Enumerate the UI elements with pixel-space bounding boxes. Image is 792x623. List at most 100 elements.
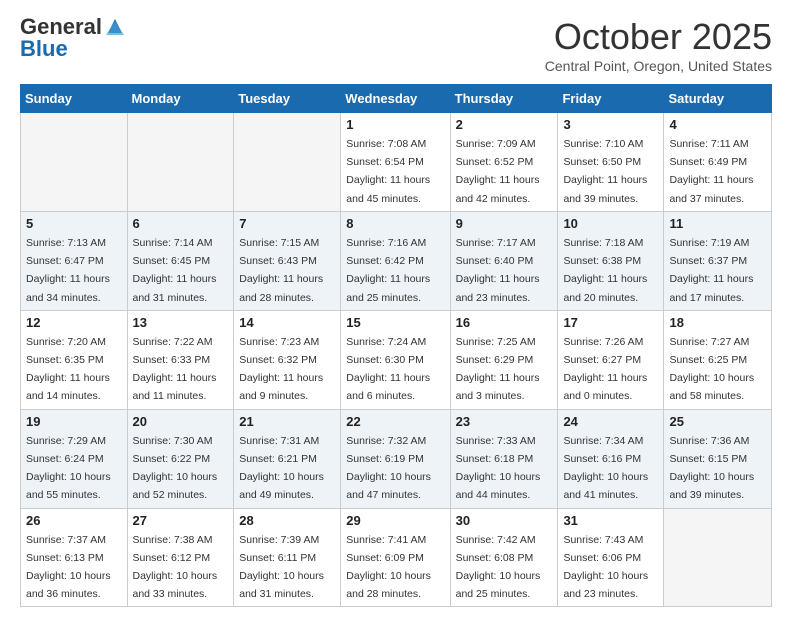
week-row-2: 5 Sunrise: 7:13 AMSunset: 6:47 PMDaylight… — [21, 211, 772, 310]
day-info: Sunrise: 7:11 AMSunset: 6:49 PMDaylight:… — [669, 138, 753, 205]
day-info: Sunrise: 7:16 AMSunset: 6:42 PMDaylight:… — [346, 237, 430, 304]
month-title: October 2025 — [545, 16, 772, 58]
day-info: Sunrise: 7:25 AMSunset: 6:29 PMDaylight:… — [456, 336, 540, 403]
day-number: 3 — [563, 117, 658, 132]
calendar-cell: 20Sunrise: 7:30 AMSunset: 6:22 PMDayligh… — [127, 409, 234, 508]
location: Central Point, Oregon, United States — [545, 58, 772, 74]
calendar-cell: 5 Sunrise: 7:13 AMSunset: 6:47 PMDaylight… — [21, 211, 128, 310]
calendar-cell: 15 Sunrise: 7:24 AMSunset: 6:30 PMDayligh… — [341, 310, 450, 409]
weekday-header-friday: Friday — [558, 85, 664, 113]
day-info: Sunrise: 7:41 AMSunset: 6:09 PMDaylight:… — [346, 534, 431, 601]
week-row-4: 19 Sunrise: 7:29 AMSunset: 6:24 PMDayligh… — [21, 409, 772, 508]
day-info: Sunrise: 7:27 AMSunset: 6:25 PMDaylight:… — [669, 336, 754, 403]
calendar-cell — [21, 113, 128, 212]
day-info: Sunrise: 7:29 AMSunset: 6:24 PMDaylight:… — [26, 435, 111, 502]
day-number: 31 — [563, 513, 658, 528]
day-info: Sunrise: 7:33 AMSunset: 6:18 PMDaylight:… — [456, 435, 541, 502]
week-row-5: 26Sunrise: 7:37 AMSunset: 6:13 PMDayligh… — [21, 508, 772, 607]
day-number: 10 — [563, 216, 658, 231]
day-info: Sunrise: 7:23 AMSunset: 6:32 PMDaylight:… — [239, 336, 323, 403]
calendar-cell: 31 Sunrise: 7:43 AMSunset: 6:06 PMDayligh… — [558, 508, 664, 607]
day-info: Sunrise: 7:43 AMSunset: 6:06 PMDaylight:… — [563, 534, 648, 601]
day-number: 14 — [239, 315, 335, 330]
day-number: 4 — [669, 117, 766, 132]
calendar-cell — [234, 113, 341, 212]
weekday-header-row: SundayMondayTuesdayWednesdayThursdayFrid… — [21, 85, 772, 113]
day-info: Sunrise: 7:31 AMSunset: 6:21 PMDaylight:… — [239, 435, 324, 502]
day-number: 19 — [26, 414, 122, 429]
calendar-cell: 26Sunrise: 7:37 AMSunset: 6:13 PMDayligh… — [21, 508, 128, 607]
calendar-cell: 23 Sunrise: 7:33 AMSunset: 6:18 PMDayligh… — [450, 409, 558, 508]
day-number: 21 — [239, 414, 335, 429]
day-info: Sunrise: 7:22 AMSunset: 6:33 PMDaylight:… — [133, 336, 217, 403]
calendar-cell: 28 Sunrise: 7:39 AMSunset: 6:11 PMDayligh… — [234, 508, 341, 607]
weekday-header-sunday: Sunday — [21, 85, 128, 113]
logo-blue-text: Blue — [20, 38, 126, 60]
day-info: Sunrise: 7:36 AMSunset: 6:15 PMDaylight:… — [669, 435, 754, 502]
day-number: 30 — [456, 513, 553, 528]
page: General Blue October 2025 Central Point,… — [0, 0, 792, 623]
title-block: October 2025 Central Point, Oregon, Unit… — [545, 16, 772, 74]
day-info: Sunrise: 7:39 AMSunset: 6:11 PMDaylight:… — [239, 534, 324, 601]
day-info: Sunrise: 7:17 AMSunset: 6:40 PMDaylight:… — [456, 237, 540, 304]
logo-general-text: General — [20, 16, 102, 38]
calendar-cell: 4 Sunrise: 7:11 AMSunset: 6:49 PMDaylight… — [664, 113, 772, 212]
calendar-cell: 25 Sunrise: 7:36 AMSunset: 6:15 PMDayligh… — [664, 409, 772, 508]
calendar-cell: 3 Sunrise: 7:10 AMSunset: 6:50 PMDaylight… — [558, 113, 664, 212]
day-info: Sunrise: 7:26 AMSunset: 6:27 PMDaylight:… — [563, 336, 647, 403]
weekday-header-thursday: Thursday — [450, 85, 558, 113]
day-info: Sunrise: 7:32 AMSunset: 6:19 PMDaylight:… — [346, 435, 431, 502]
calendar-cell: 18 Sunrise: 7:27 AMSunset: 6:25 PMDayligh… — [664, 310, 772, 409]
day-number: 5 — [26, 216, 122, 231]
weekday-header-saturday: Saturday — [664, 85, 772, 113]
calendar-cell: 10Sunrise: 7:18 AMSunset: 6:38 PMDayligh… — [558, 211, 664, 310]
calendar-cell: 21 Sunrise: 7:31 AMSunset: 6:21 PMDayligh… — [234, 409, 341, 508]
day-info: Sunrise: 7:20 AMSunset: 6:35 PMDaylight:… — [26, 336, 110, 403]
day-info: Sunrise: 7:19 AMSunset: 6:37 PMDaylight:… — [669, 237, 753, 304]
calendar-cell: 14 Sunrise: 7:23 AMSunset: 6:32 PMDayligh… — [234, 310, 341, 409]
logo: General Blue — [20, 16, 126, 60]
day-info: Sunrise: 7:13 AMSunset: 6:47 PMDaylight:… — [26, 237, 110, 304]
calendar-cell: 9 Sunrise: 7:17 AMSunset: 6:40 PMDaylight… — [450, 211, 558, 310]
calendar-cell: 2Sunrise: 7:09 AMSunset: 6:52 PMDaylight… — [450, 113, 558, 212]
day-number: 12 — [26, 315, 122, 330]
day-number: 13 — [133, 315, 229, 330]
day-number: 23 — [456, 414, 553, 429]
calendar-cell: 1Sunrise: 7:08 AMSunset: 6:54 PMDaylight… — [341, 113, 450, 212]
day-number: 22 — [346, 414, 444, 429]
calendar-cell: 13 Sunrise: 7:22 AMSunset: 6:33 PMDayligh… — [127, 310, 234, 409]
logo-icon — [104, 15, 126, 37]
calendar-cell: 30Sunrise: 7:42 AMSunset: 6:08 PMDayligh… — [450, 508, 558, 607]
calendar-cell: 27 Sunrise: 7:38 AMSunset: 6:12 PMDayligh… — [127, 508, 234, 607]
day-info: Sunrise: 7:15 AMSunset: 6:43 PMDaylight:… — [239, 237, 323, 304]
day-number: 9 — [456, 216, 553, 231]
day-number: 25 — [669, 414, 766, 429]
day-number: 27 — [133, 513, 229, 528]
day-number: 7 — [239, 216, 335, 231]
day-number: 15 — [346, 315, 444, 330]
weekday-header-wednesday: Wednesday — [341, 85, 450, 113]
day-number: 26 — [26, 513, 122, 528]
day-number: 17 — [563, 315, 658, 330]
day-info: Sunrise: 7:38 AMSunset: 6:12 PMDaylight:… — [133, 534, 218, 601]
calendar-cell: 22 Sunrise: 7:32 AMSunset: 6:19 PMDayligh… — [341, 409, 450, 508]
calendar-cell: 29 Sunrise: 7:41 AMSunset: 6:09 PMDayligh… — [341, 508, 450, 607]
day-number: 28 — [239, 513, 335, 528]
calendar-cell: 16 Sunrise: 7:25 AMSunset: 6:29 PMDayligh… — [450, 310, 558, 409]
day-number: 16 — [456, 315, 553, 330]
day-info: Sunrise: 7:24 AMSunset: 6:30 PMDaylight:… — [346, 336, 430, 403]
day-info: Sunrise: 7:10 AMSunset: 6:50 PMDaylight:… — [563, 138, 647, 205]
calendar-cell — [127, 113, 234, 212]
day-number: 8 — [346, 216, 444, 231]
calendar-cell: 17 Sunrise: 7:26 AMSunset: 6:27 PMDayligh… — [558, 310, 664, 409]
calendar-cell: 8 Sunrise: 7:16 AMSunset: 6:42 PMDaylight… — [341, 211, 450, 310]
week-row-1: 1Sunrise: 7:08 AMSunset: 6:54 PMDaylight… — [21, 113, 772, 212]
calendar-cell — [664, 508, 772, 607]
day-number: 18 — [669, 315, 766, 330]
day-info: Sunrise: 7:08 AMSunset: 6:54 PMDaylight:… — [346, 138, 430, 205]
day-number: 11 — [669, 216, 766, 231]
calendar-cell: 6Sunrise: 7:14 AMSunset: 6:45 PMDaylight… — [127, 211, 234, 310]
weekday-header-monday: Monday — [127, 85, 234, 113]
day-info: Sunrise: 7:30 AMSunset: 6:22 PMDaylight:… — [133, 435, 218, 502]
day-number: 29 — [346, 513, 444, 528]
